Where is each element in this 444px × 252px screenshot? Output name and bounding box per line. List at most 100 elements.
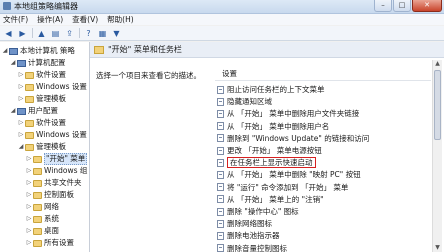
- policy-icon: [217, 231, 224, 240]
- expand-icon[interactable]: ▷: [18, 70, 24, 80]
- tree-item[interactable]: ▷ 共享文件夹: [26, 178, 82, 188]
- policy-icon: [217, 109, 224, 118]
- vertical-scrollbar[interactable]: ▲ ▼: [432, 60, 442, 252]
- expand-icon[interactable]: ▷: [26, 154, 32, 164]
- policy-setting-item[interactable]: 更改 「开始」 菜单电源按钮: [217, 145, 322, 156]
- policy-setting-item[interactable]: 在任务栏上显示快速启动: [217, 157, 316, 169]
- policy-setting-item[interactable]: 隐藏通知区域: [217, 96, 272, 107]
- tree-item[interactable]: ▷ 所有设置: [26, 238, 74, 248]
- computer-icon: [17, 107, 26, 115]
- column-header-settings[interactable]: 设置: [222, 68, 237, 79]
- policy-icon: [217, 207, 224, 216]
- tree-item[interactable]: ▷ 管理模板: [18, 94, 66, 104]
- minimize-button[interactable]: –: [374, 0, 392, 12]
- expand-icon[interactable]: ▷: [26, 238, 32, 248]
- policy-setting-label: 隐藏通知区域: [227, 97, 272, 107]
- filter-icon[interactable]: ▼: [111, 28, 122, 39]
- collapse-icon[interactable]: ◢: [10, 58, 16, 68]
- tree-item[interactable]: ▷ 系统: [26, 214, 59, 224]
- details-pane: "开始" 菜单和任务栏 选择一个项目来查看它的描述。 设置 阻止访问任务栏的上下…: [90, 42, 444, 252]
- policy-icon: [217, 97, 224, 106]
- expand-icon[interactable]: ▷: [26, 202, 32, 212]
- policy-setting-item[interactable]: 删除网络图标: [217, 218, 272, 229]
- expand-icon[interactable]: ▷: [26, 178, 32, 188]
- policy-setting-item[interactable]: 删除音量控制图标: [217, 243, 287, 252]
- forward-icon[interactable]: ▶: [17, 28, 28, 39]
- policy-setting-item[interactable]: 阻止访问任务栏的上下文菜单: [217, 84, 325, 95]
- collapse-icon[interactable]: ◢: [18, 142, 24, 152]
- expand-icon[interactable]: ▷: [26, 214, 32, 224]
- show-hide-tree-icon[interactable]: ▤: [50, 28, 61, 39]
- policy-setting-item[interactable]: 删除到 "Windows Update" 的链接和访问: [217, 133, 369, 144]
- tree-item-label: 桌面: [44, 226, 59, 235]
- expand-icon[interactable]: ▷: [26, 226, 32, 236]
- tree-item[interactable]: ▷ 桌面: [26, 226, 59, 236]
- policy-setting-item[interactable]: 将 "运行" 命令添加到 「开始」 菜单: [217, 182, 348, 193]
- tree-item[interactable]: ▷ 软件设置: [18, 118, 66, 128]
- policy-setting-label: 更改 「开始」 菜单电源按钮: [227, 146, 322, 155]
- menu-help[interactable]: 帮助(H): [107, 14, 134, 25]
- details-header: "开始" 菜单和任务栏: [90, 42, 444, 58]
- expand-icon[interactable]: ▷: [18, 94, 24, 104]
- tree-item[interactable]: ▷ Windows 组: [26, 166, 88, 176]
- policy-setting-label: 删除电池指示器: [227, 231, 280, 241]
- tree-item[interactable]: ▷ "开始" 菜单: [26, 153, 88, 165]
- expand-icon[interactable]: ▷: [18, 118, 24, 128]
- tree-item-label: Windows 设置: [36, 82, 87, 91]
- policy-setting-label: 删除 "操作中心" 图标: [227, 207, 299, 216]
- description-text: 选择一个项目来查看它的描述。: [96, 71, 201, 80]
- expand-icon[interactable]: ▷: [18, 130, 24, 140]
- tree-item-label: 系统: [44, 214, 59, 223]
- policy-setting-item[interactable]: 从 「开始」 菜单上的 "注销": [217, 194, 324, 205]
- export-icon[interactable]: ⇪: [64, 28, 75, 39]
- scroll-up-icon[interactable]: ▲: [433, 60, 442, 68]
- tree-item[interactable]: ▷ Windows 设置: [18, 130, 87, 140]
- policy-setting-label: 从 「开始」 菜单中删除用户文件夹链接: [227, 109, 360, 119]
- folder-icon: [33, 191, 42, 199]
- close-button[interactable]: ✕: [412, 0, 442, 12]
- tree-item-label: Windows 组: [44, 166, 88, 175]
- tree-item[interactable]: ◢ 本地计算机 策略: [2, 46, 75, 56]
- tree-item[interactable]: ▷ 软件设置: [18, 70, 66, 80]
- up-folder-icon[interactable]: ▲: [36, 28, 47, 39]
- maximize-button[interactable]: □: [393, 0, 411, 12]
- tree-item-label: "开始" 菜单: [44, 153, 88, 165]
- tree-item[interactable]: ◢ 计算机配置: [10, 58, 66, 68]
- policy-setting-item[interactable]: 从 「开始」 菜单中删除用户文件夹链接: [217, 108, 359, 119]
- expand-icon[interactable]: ▷: [26, 166, 32, 176]
- policy-setting-label: 从 「开始」 菜单中删除用户名: [227, 121, 330, 131]
- menu-file[interactable]: 文件(F): [3, 14, 28, 25]
- tree-item-label: 软件设置: [36, 70, 66, 79]
- tree-item-label: 控制面板: [44, 190, 74, 199]
- policy-icon: [217, 85, 224, 94]
- policy-setting-item[interactable]: 删除 "操作中心" 图标: [217, 206, 299, 217]
- tree-item[interactable]: ▷ 控制面板: [26, 190, 74, 200]
- folder-icon: [25, 83, 34, 91]
- app-icon: [3, 2, 11, 10]
- tree-item[interactable]: ◢ 用户配置: [10, 106, 58, 116]
- tree-item[interactable]: ▷ Windows 设置: [18, 82, 87, 92]
- tree-item[interactable]: ◢ 管理模板: [18, 142, 66, 152]
- details-title: "开始" 菜单和任务栏: [108, 45, 182, 54]
- tree-item-label: Windows 设置: [36, 130, 87, 139]
- toolbar: ◀ ▶ ▲ ▤ ⇪ ? ▦ ▼: [0, 26, 444, 41]
- collapse-icon[interactable]: ◢: [2, 46, 8, 56]
- help-icon[interactable]: ?: [83, 28, 94, 39]
- folder-icon: [25, 95, 34, 103]
- collapse-icon[interactable]: ◢: [10, 106, 16, 116]
- policy-setting-item[interactable]: 从 「开始」 菜单中删除用户名: [217, 121, 329, 132]
- menu-action[interactable]: 操作(A): [37, 14, 63, 25]
- scroll-down-icon[interactable]: ▼: [433, 244, 442, 252]
- properties-icon[interactable]: ▦: [97, 28, 108, 39]
- expand-icon[interactable]: ▷: [26, 190, 32, 200]
- expand-icon[interactable]: ▷: [18, 82, 24, 92]
- policy-setting-item[interactable]: 删除电池指示器: [217, 230, 280, 241]
- scrollbar-thumb[interactable]: [434, 70, 441, 140]
- policy-setting-label: 删除音量控制图标: [227, 243, 287, 252]
- menu-view[interactable]: 查看(V): [72, 14, 98, 25]
- policy-icon: [217, 195, 224, 204]
- tree-item-label: 软件设置: [36, 118, 66, 127]
- policy-setting-item[interactable]: 从 「开始」 菜单中删除 "映射 PC" 按钮: [217, 169, 361, 180]
- tree-item[interactable]: ▷ 网络: [26, 202, 59, 212]
- back-icon[interactable]: ◀: [3, 28, 14, 39]
